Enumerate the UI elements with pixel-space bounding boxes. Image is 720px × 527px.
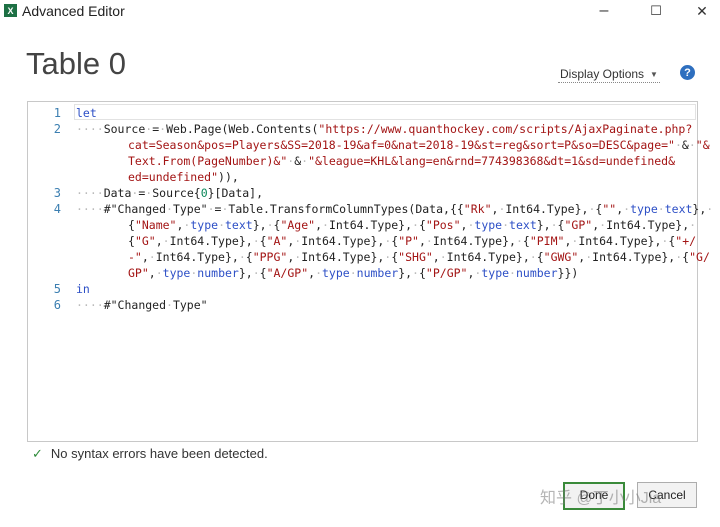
line-number: 6 [53,298,61,312]
help-icon[interactable]: ? [680,65,695,80]
line-number: 4 [53,202,61,216]
display-options-label: Display Options [560,67,645,81]
code-line: ed=undefined")), [128,170,239,184]
code-line: {"Name",·type·text},·{"Age",·Int64.Type}… [128,218,697,232]
window-title: Advanced Editor [22,3,125,19]
close-button[interactable]: ✕ [682,0,720,22]
code-line: {"G",·Int64.Type},·{"A",·Int64.Type},·{"… [128,234,697,248]
code-line: ····Source·=·Web.Page(Web.Contents("http… [76,122,693,136]
line-number: 3 [53,186,61,200]
minimize-button[interactable]: ‒ [584,0,624,22]
maximize-button[interactable]: ☐ [636,0,676,22]
code-line: ····Data·=·Source{0}[Data], [76,186,264,200]
watermark: 知乎 @丁小小Jia [540,490,662,507]
code-line: ····#"Changed·Type"·=·Table.TransformCol… [76,202,714,216]
page-title: Table 0 [26,46,126,81]
code-line: GP",·type·number},·{"A/GP",·type·number}… [128,266,579,280]
code-line: let [76,106,97,120]
line-number: 5 [53,282,61,296]
current-line-highlight [74,104,696,120]
status-text: No syntax errors have been detected. [50,446,268,461]
excel-icon: X [4,4,17,17]
display-options-dropdown[interactable]: Display Options ▼ [558,66,660,83]
code-line: -",·Int64.Type},·{"PPG",·Int64.Type},·{"… [128,250,710,264]
title-bar: X Advanced Editor ‒ ☐ ✕ [0,0,720,22]
checkmark-icon: ✓ [32,446,43,461]
code-line: Text.From(PageNumber)&"·&·"&league=KHL&l… [128,154,676,168]
line-number: 1 [53,106,61,120]
code-line: ····#"Changed·Type" [76,298,208,312]
line-number: 2 [53,122,61,136]
chevron-down-icon: ▼ [650,70,658,80]
code-editor[interactable]: 1 2 3 4 5 6 let ····Source·=·Web.Page(We… [27,101,713,442]
code-line: in [76,282,90,296]
syntax-status: ✓ No syntax errors have been detected. [32,446,268,462]
code-line: cat=Season&pos=Players&SS=2018-19&af=0&n… [128,138,710,152]
